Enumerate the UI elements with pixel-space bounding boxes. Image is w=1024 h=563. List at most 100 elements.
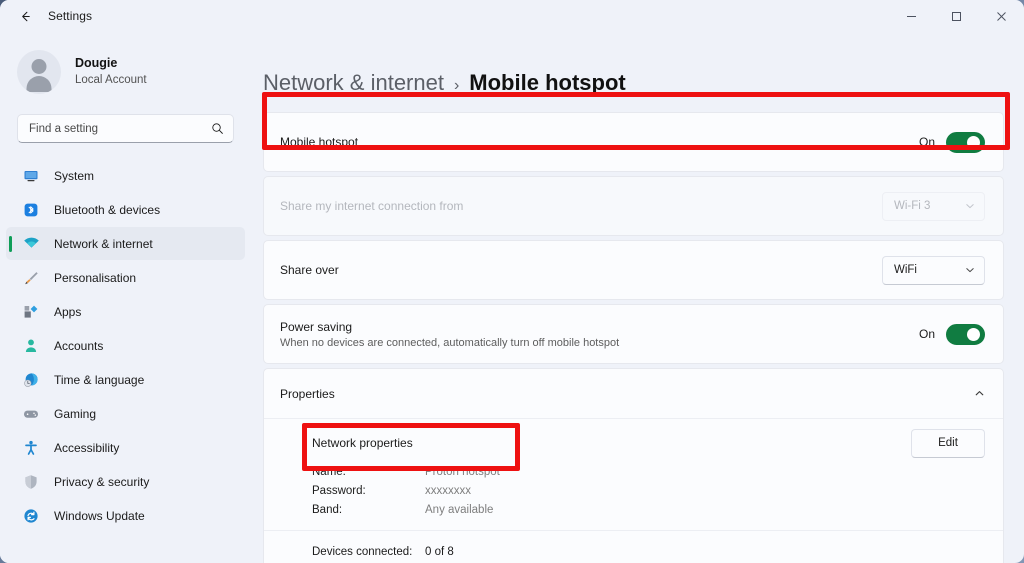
sidebar-item-bluetooth-devices[interactable]: Bluetooth & devices (6, 193, 245, 226)
account-section[interactable]: Dougie Local Account (0, 32, 251, 102)
app-title: Settings (48, 9, 93, 23)
close-button[interactable] (979, 0, 1024, 32)
power-saving-toggle[interactable] (946, 323, 985, 345)
property-row-band: Band: Any available (312, 501, 985, 520)
sidebar-item-system[interactable]: System (6, 159, 245, 192)
window-controls (889, 0, 1024, 32)
breadcrumb: Network & internet › Mobile hotspot (263, 32, 1004, 112)
monitor-icon (22, 167, 40, 185)
property-key: Band: (312, 504, 343, 516)
devices-connected-row: Devices connected: 0 of 8 (264, 530, 1003, 563)
network-properties-label: Network properties (312, 436, 413, 450)
sidebar: Dougie Local Account Find a setting Syst… (0, 32, 251, 563)
share-from-card: Share my internet connection from Wi-Fi … (263, 176, 1004, 236)
chevron-down-icon (965, 201, 975, 211)
sidebar-item-accessibility[interactable]: Accessibility (6, 431, 245, 464)
search-icon (211, 122, 224, 135)
close-icon (997, 11, 1006, 21)
content-pane: Network & internet › Mobile hotspot Mobi… (251, 32, 1024, 563)
minimize-icon (907, 15, 916, 17)
sidebar-item-time-language[interactable]: Time & language (6, 363, 245, 396)
sidebar-item-label: Accounts (54, 338, 104, 353)
network-properties-list: Name: Proton hotspot Password: xxxxxxxx … (312, 463, 985, 530)
devices-connected-label: Devices connected: (312, 545, 413, 558)
share-over-dropdown[interactable]: WiFi (882, 255, 985, 285)
paintbrush-icon (22, 269, 40, 287)
sidebar-item-apps[interactable]: Apps (6, 295, 245, 328)
property-row-name: Name: Proton hotspot (312, 463, 985, 482)
sidebar-item-label: Gaming (54, 406, 97, 421)
minimize-button[interactable] (889, 0, 934, 32)
power-saving-description: When no devices are connected, automatic… (280, 336, 620, 349)
power-saving-state: On (918, 327, 935, 341)
mobile-hotspot-row[interactable]: Mobile hotspot On (264, 113, 1003, 171)
account-icon (22, 337, 40, 355)
account-type: Local Account (75, 74, 147, 87)
share-from-value: Wi-Fi 3 (894, 200, 931, 212)
share-from-dropdown: Wi-Fi 3 (882, 191, 985, 221)
property-key: Name: (312, 466, 346, 478)
back-button[interactable] (8, 1, 42, 31)
mobile-hotspot-label: Mobile hotspot (280, 135, 359, 149)
search-input[interactable] (29, 122, 211, 135)
bluetooth-icon (22, 201, 40, 219)
mobile-hotspot-toggle[interactable] (946, 131, 985, 153)
sidebar-item-accounts[interactable]: Accounts (6, 329, 245, 362)
user-avatar-icon (17, 50, 61, 94)
chevron-down-icon (965, 265, 975, 275)
share-from-label: Share my internet connection from (280, 199, 464, 213)
property-value: xxxxxxxx (425, 485, 471, 497)
properties-label: Properties (280, 386, 335, 401)
property-value: Any available (425, 504, 494, 516)
maximize-button[interactable] (934, 0, 979, 32)
back-arrow-icon (21, 11, 30, 21)
accessibility-icon (22, 439, 40, 457)
share-over-row[interactable]: Share over WiFi (264, 241, 1003, 299)
property-row-password: Password: xxxxxxxx (312, 482, 985, 501)
property-value: Proton hotspot (425, 466, 500, 478)
property-key: Password: (312, 485, 366, 497)
power-saving-row[interactable]: Power saving When no devices are connect… (264, 305, 1003, 363)
page-title: Mobile hotspot (469, 70, 626, 95)
sidebar-item-network-internet[interactable]: Network & internet (6, 227, 245, 260)
sidebar-item-label: Network & internet (54, 236, 153, 251)
settings-window: Settings Dougie Local Account Find a set… (0, 0, 1024, 563)
wifi-icon (22, 235, 40, 253)
sidebar-item-label: Apps (54, 304, 82, 319)
maximize-icon (952, 11, 961, 21)
search-box[interactable] (17, 114, 234, 143)
share-over-label: Share over (280, 263, 339, 277)
sidebar-item-label: Windows Update (54, 508, 145, 523)
power-saving-card: Power saving When no devices are connect… (263, 304, 1004, 364)
sidebar-item-windows-update[interactable]: Windows Update (6, 499, 245, 532)
share-over-value: WiFi (894, 264, 917, 276)
shield-icon (22, 473, 40, 491)
devices-connected-value: 0 of 8 (425, 545, 454, 558)
avatar (17, 50, 61, 94)
edit-button[interactable]: Edit (911, 428, 985, 458)
account-name: Dougie (75, 56, 118, 71)
properties-expander-header[interactable]: Properties (264, 369, 1003, 419)
sidebar-item-label: System (54, 168, 95, 183)
sidebar-item-personalisation[interactable]: Personalisation (6, 261, 245, 294)
apps-icon (22, 303, 40, 321)
title-bar: Settings (0, 0, 1024, 32)
sidebar-item-label: Privacy & security (54, 474, 150, 489)
share-from-row: Share my internet connection from Wi-Fi … (264, 177, 1003, 235)
chevron-up-icon (974, 388, 985, 399)
sidebar-item-label: Time & language (54, 372, 145, 387)
sidebar-item-gaming[interactable]: Gaming (6, 397, 245, 430)
power-saving-label: Power saving (280, 319, 353, 334)
sidebar-item-label: Bluetooth & devices (54, 202, 161, 217)
gamepad-icon (22, 405, 40, 423)
update-icon (22, 507, 40, 525)
mobile-hotspot-card: Mobile hotspot On (263, 112, 1004, 172)
share-over-card: Share over WiFi (263, 240, 1004, 300)
sidebar-item-privacy-security[interactable]: Privacy & security (6, 465, 245, 498)
properties-card: Properties Network properties Edit Name:… (263, 368, 1004, 563)
breadcrumb-parent[interactable]: Network & internet (263, 70, 444, 96)
sidebar-item-label: Personalisation (54, 270, 137, 285)
sidebar-item-label: Accessibility (54, 440, 120, 455)
sidebar-nav: System Bluetooth & devices Network & int… (0, 159, 251, 533)
network-properties-body: Network properties Edit Name: Proton hot… (264, 419, 1003, 530)
